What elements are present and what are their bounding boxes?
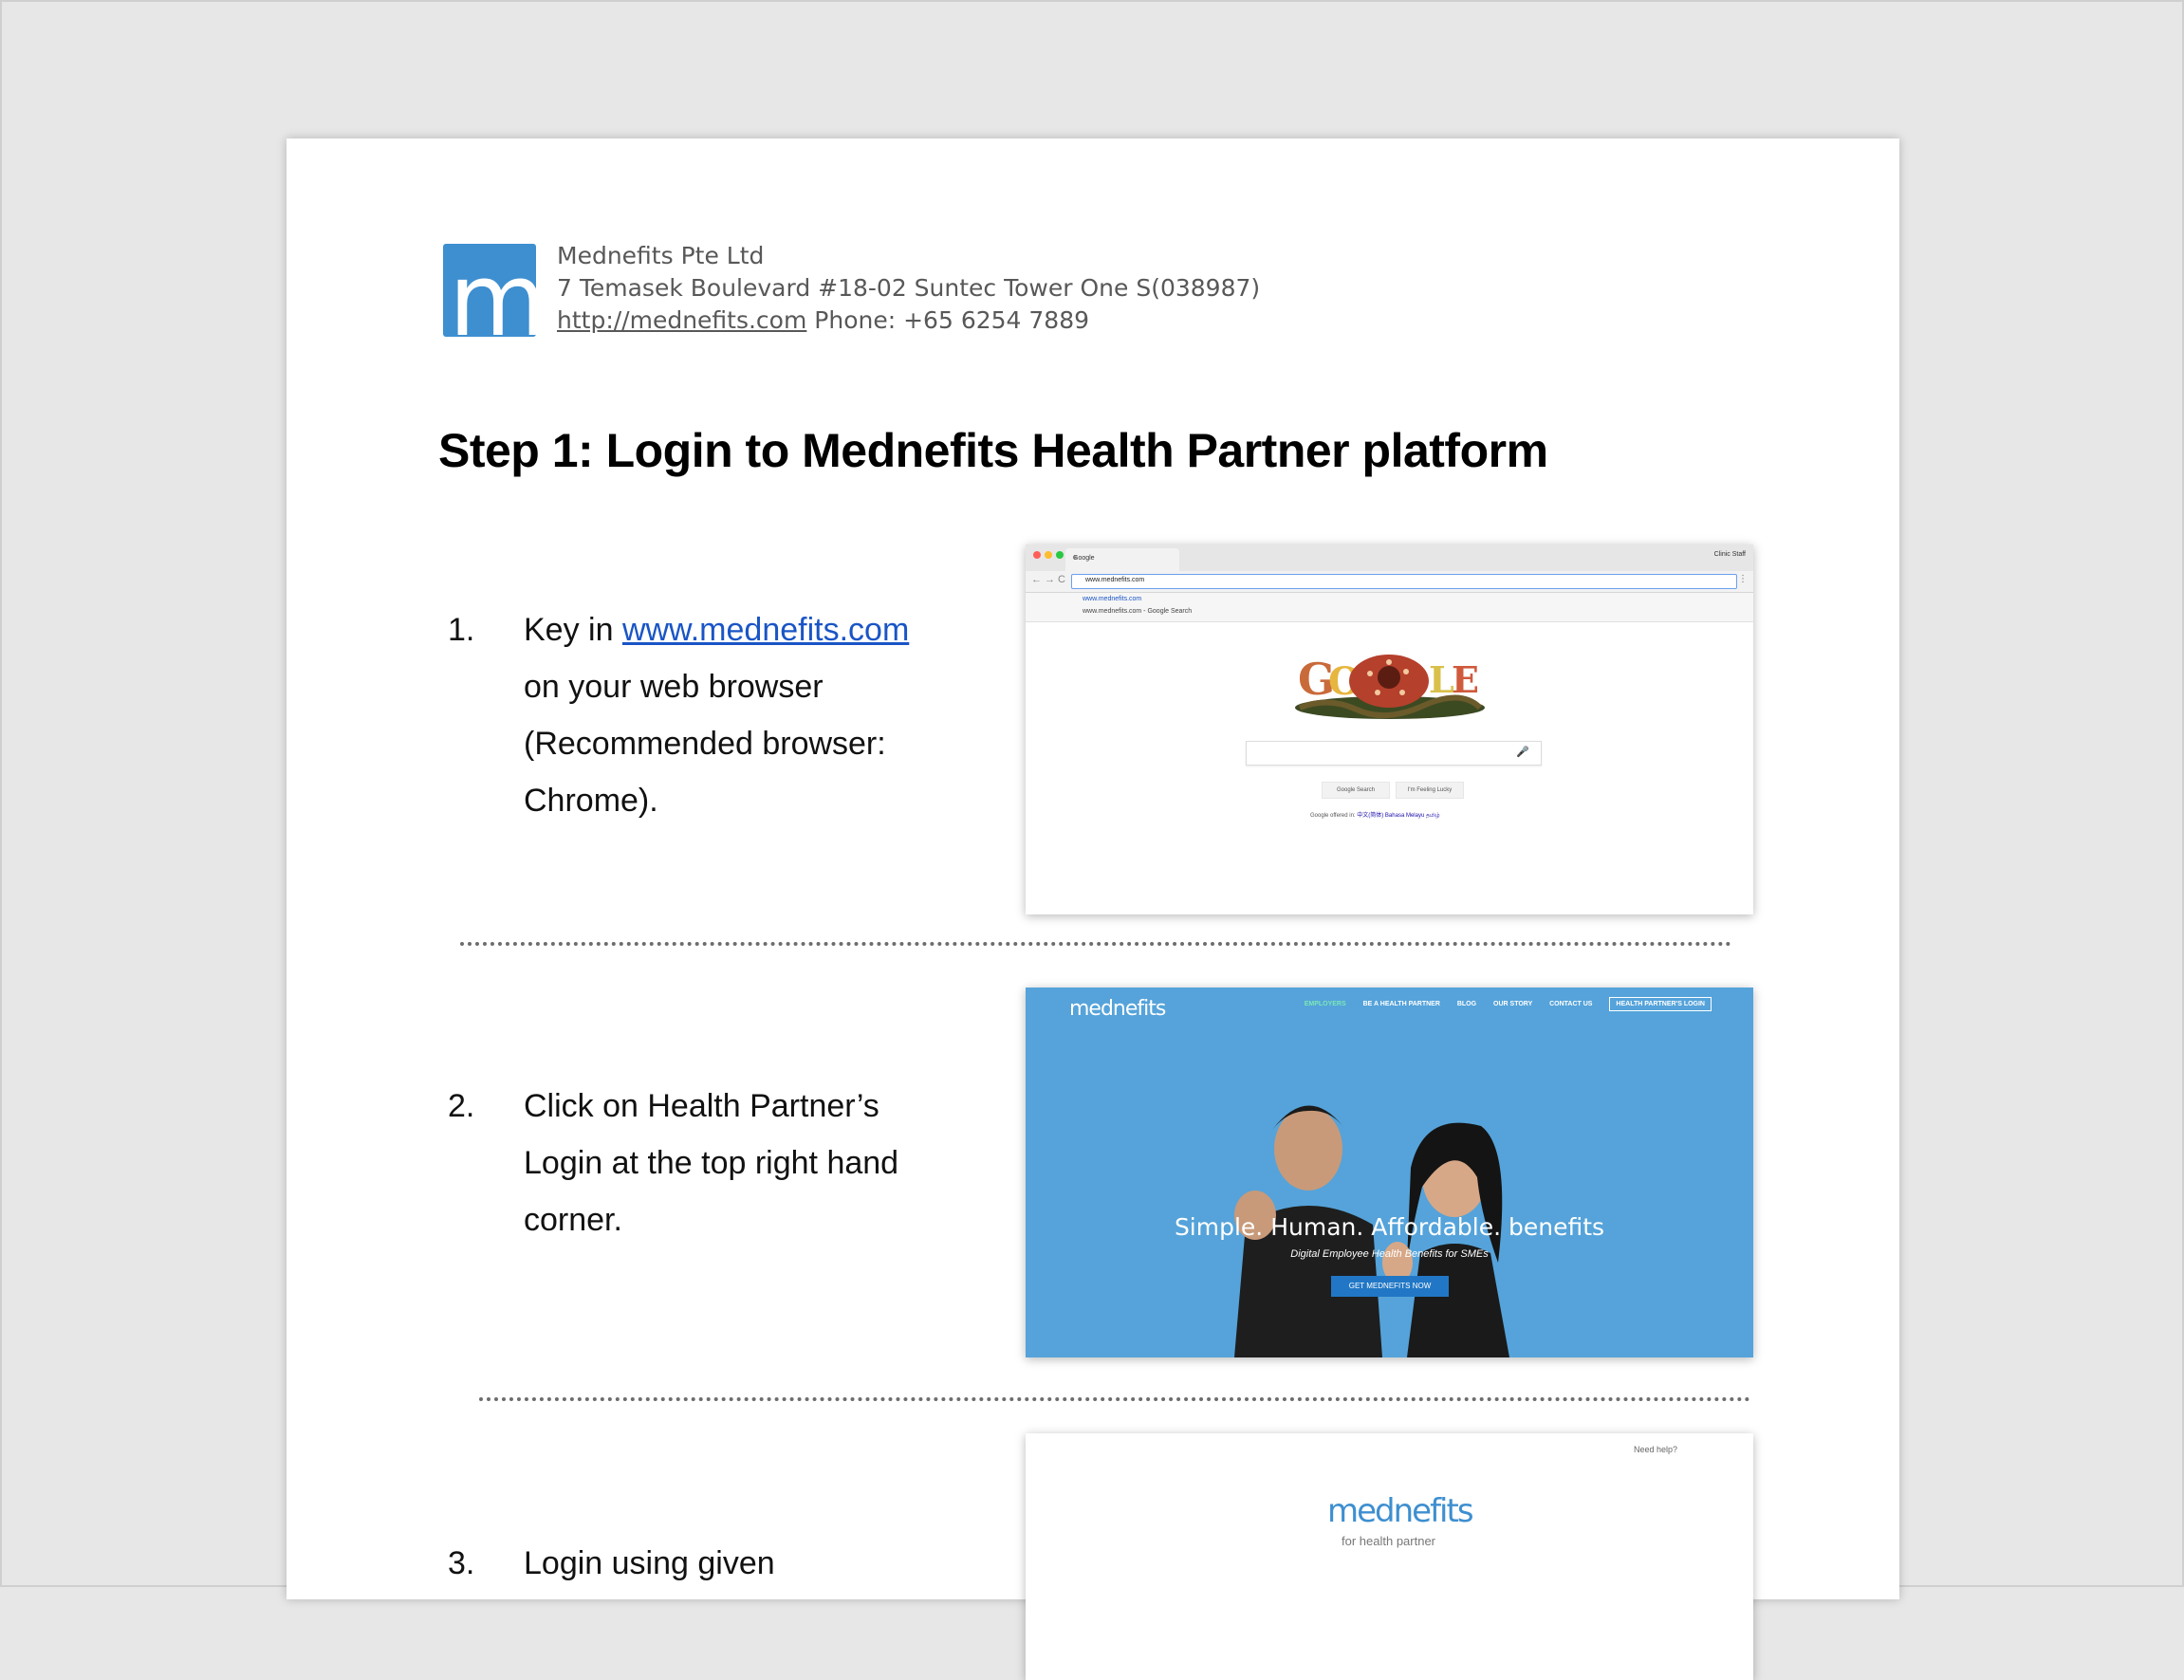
menu-dots-icon: ⋮ [1738,574,1748,584]
suggestion-item: www.mednefits.com [1083,596,1142,602]
mednefits-logo: m [443,244,536,337]
microphone-icon: 🎤 [1516,747,1529,758]
nav-health-partner: BE A HEALTH PARTNER [1362,1001,1440,1007]
maximize-dot-icon [1056,551,1064,559]
hero-subtitle: Digital Employee Health Benefits for SME… [1290,1248,1489,1260]
offered-languages: 中文(简体) Bahasa Melayu தமிழ் [1357,813,1440,819]
page-title: Step 1: Login to Mednefits Health Partne… [438,424,1548,477]
nav-blog: BLOG [1456,1001,1477,1007]
hero-title: Simple. Human. Affordable. benefits [1174,1213,1605,1241]
step-line: Chrome). [524,783,658,819]
step-line: on your web browser [524,669,824,705]
health-partner-logo: mednefits [1327,1492,1474,1530]
step-number: 1. [448,612,475,648]
step-line: corner. [524,1202,622,1238]
nav-employers: EMPLOYERS [1304,1001,1346,1007]
company-website-link[interactable]: http://mednefits.com [557,306,806,334]
close-dot-icon [1033,551,1041,559]
browser-tab: Google × [1065,548,1179,571]
step-text: Click on Health Partner’s Login at the t… [524,1078,932,1248]
step-line: Click on Health Partner’s [524,1088,879,1124]
step-text: Login using given [524,1535,932,1592]
site-logo: mednefits [1069,997,1166,1021]
google-search-box: 🎤 [1246,741,1542,766]
suggestion-item: www.mednefits.com - Google Search [1083,608,1193,615]
section-divider [479,1397,1750,1401]
document-page: m Mednefits Pte Ltd 7 Temasek Boulevard … [287,138,1899,1680]
section-divider [460,942,1731,946]
svg-text:L: L [1429,658,1454,701]
nav-our-story: OUR STORY [1493,1001,1533,1007]
step-line: (Recommended browser: [524,726,886,762]
company-info: Mednefits Pte Ltd 7 Temasek Boulevard #1… [557,240,1411,337]
step-number: 3. [448,1545,475,1581]
step-number: 2. [448,1088,475,1124]
mednefits-homepage-screenshot: mednefits EMPLOYERS BE A HEALTH PARTNER … [1026,988,1753,1357]
browser-screenshot: Google × Clinic Staff ←→C www.mednefits.… [1026,545,1753,914]
mednefits-url-link[interactable]: www.mednefits.com [622,612,909,648]
need-help-text: Need help? [1633,1445,1677,1454]
google-offered-in: Google offered in: 中文(简体) Bahasa Melayu … [1310,810,1440,820]
google-search-button: Google Search [1322,782,1390,799]
login-page-screenshot: Need help? mednefits for health partner [1026,1433,1753,1680]
step-text-prefix: Key in [524,612,622,648]
tab-close-icon: × [1073,555,1078,562]
browser-toolbar: ←→C www.mednefits.com ⋮ [1026,571,1753,593]
hero-cta-button: GET MEDNEFITS NOW [1331,1276,1449,1297]
nav-arrows-icon: ←→C [1031,574,1068,585]
logo-letter: m [449,244,536,338]
autocomplete-dropdown: www.mednefits.com www.mednefits.com - Go… [1026,593,1753,622]
site-navigation: EMPLOYERS BE A HEALTH PARTNER BLOG OUR S… [1289,997,1712,1011]
company-address: 7 Temasek Boulevard #18-02 Suntec Tower … [557,274,1261,302]
address-bar-text: www.mednefits.com [1085,577,1145,583]
company-contact: http://mednefits.com Phone: +65 6254 788… [557,305,1411,337]
company-phone: Phone: +65 6254 7889 [814,306,1090,334]
company-name: Mednefits Pte Ltd [557,242,765,269]
browser-tabstrip: Google × Clinic Staff [1026,545,1753,571]
offered-prefix: Google offered in: [1310,813,1356,819]
address-bar: www.mednefits.com [1071,574,1737,589]
google-doodle-image: G O L E [1295,654,1485,719]
step-text: Key in www.mednefits.com on your web bro… [524,601,932,829]
nav-contact: CONTACT US [1549,1001,1593,1007]
step-line: Login at the top right hand [524,1145,899,1181]
feeling-lucky-button: I'm Feeling Lucky [1396,782,1464,799]
step-line: Login using given [524,1545,775,1581]
nav-health-partner-login: HEALTH PARTNER'S LOGIN [1609,997,1712,1011]
minimize-dot-icon [1045,551,1052,559]
browser-profile: Clinic Staff [1713,551,1746,558]
health-partner-subtitle: for health partner [1342,1534,1436,1548]
svg-text:E: E [1452,658,1479,701]
